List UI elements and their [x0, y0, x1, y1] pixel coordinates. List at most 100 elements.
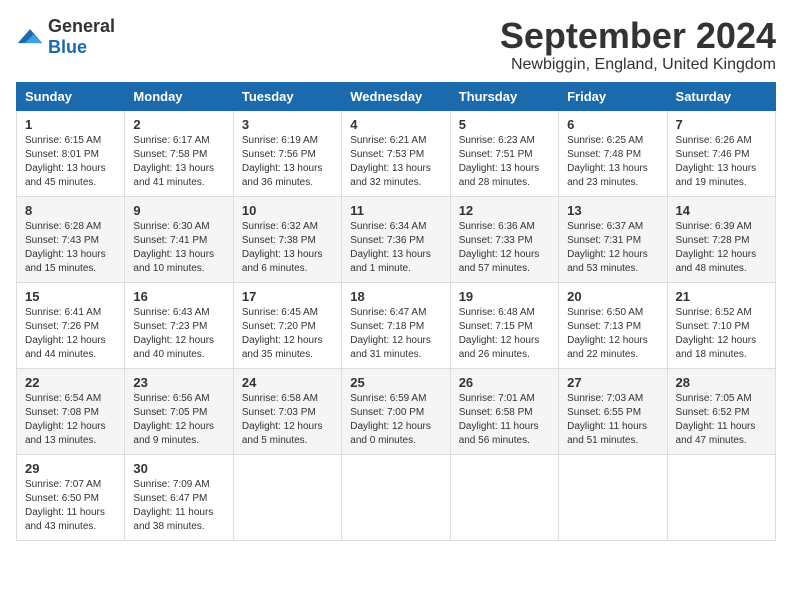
col-thursday: Thursday: [450, 82, 558, 110]
day-number: 14: [676, 203, 767, 218]
day-number: 5: [459, 117, 550, 132]
header: General Blue September 2024 Newbiggin, E…: [16, 16, 776, 74]
calendar-table: Sunday Monday Tuesday Wednesday Thursday…: [16, 82, 776, 541]
day-number: 13: [567, 203, 658, 218]
table-row: 24 Sunrise: 6:58 AM Sunset: 7:03 PM Dayl…: [233, 368, 341, 454]
day-number: 29: [25, 461, 116, 476]
cell-text: Sunrise: 6:45 AM Sunset: 7:20 PM Dayligh…: [242, 306, 333, 362]
table-row: [233, 454, 341, 540]
logo: General Blue: [16, 16, 115, 58]
table-row: 9 Sunrise: 6:30 AM Sunset: 7:41 PM Dayli…: [125, 196, 233, 282]
table-row: 28 Sunrise: 7:05 AM Sunset: 6:52 PM Dayl…: [667, 368, 775, 454]
table-row: 27 Sunrise: 7:03 AM Sunset: 6:55 PM Dayl…: [559, 368, 667, 454]
day-number: 6: [567, 117, 658, 132]
cell-text: Sunrise: 6:19 AM Sunset: 7:56 PM Dayligh…: [242, 134, 333, 190]
table-row: 2 Sunrise: 6:17 AM Sunset: 7:58 PM Dayli…: [125, 110, 233, 196]
table-row: [559, 454, 667, 540]
day-number: 19: [459, 289, 550, 304]
day-number: 20: [567, 289, 658, 304]
day-number: 9: [133, 203, 224, 218]
day-number: 18: [350, 289, 441, 304]
cell-text: Sunrise: 7:05 AM Sunset: 6:52 PM Dayligh…: [676, 392, 767, 448]
col-monday: Monday: [125, 82, 233, 110]
col-sunday: Sunday: [17, 82, 125, 110]
cell-text: Sunrise: 6:21 AM Sunset: 7:53 PM Dayligh…: [350, 134, 441, 190]
table-row: 14 Sunrise: 6:39 AM Sunset: 7:28 PM Dayl…: [667, 196, 775, 282]
cell-text: Sunrise: 6:39 AM Sunset: 7:28 PM Dayligh…: [676, 220, 767, 276]
table-row: 12 Sunrise: 6:36 AM Sunset: 7:33 PM Dayl…: [450, 196, 558, 282]
cell-text: Sunrise: 6:47 AM Sunset: 7:18 PM Dayligh…: [350, 306, 441, 362]
day-number: 27: [567, 375, 658, 390]
logo-blue: Blue: [48, 37, 87, 57]
table-row: [667, 454, 775, 540]
table-row: 26 Sunrise: 7:01 AM Sunset: 6:58 PM Dayl…: [450, 368, 558, 454]
col-friday: Friday: [559, 82, 667, 110]
table-row: 13 Sunrise: 6:37 AM Sunset: 7:31 PM Dayl…: [559, 196, 667, 282]
cell-text: Sunrise: 6:37 AM Sunset: 7:31 PM Dayligh…: [567, 220, 658, 276]
location-title: Newbiggin, England, United Kingdom: [500, 56, 776, 74]
day-number: 10: [242, 203, 333, 218]
table-row: 30 Sunrise: 7:09 AM Sunset: 6:47 PM Dayl…: [125, 454, 233, 540]
table-row: 17 Sunrise: 6:45 AM Sunset: 7:20 PM Dayl…: [233, 282, 341, 368]
cell-text: Sunrise: 6:32 AM Sunset: 7:38 PM Dayligh…: [242, 220, 333, 276]
table-row: [342, 454, 450, 540]
cell-text: Sunrise: 6:52 AM Sunset: 7:10 PM Dayligh…: [676, 306, 767, 362]
cell-text: Sunrise: 6:58 AM Sunset: 7:03 PM Dayligh…: [242, 392, 333, 448]
header-row: Sunday Monday Tuesday Wednesday Thursday…: [17, 82, 776, 110]
day-number: 16: [133, 289, 224, 304]
day-number: 1: [25, 117, 116, 132]
table-row: 10 Sunrise: 6:32 AM Sunset: 7:38 PM Dayl…: [233, 196, 341, 282]
table-row: 11 Sunrise: 6:34 AM Sunset: 7:36 PM Dayl…: [342, 196, 450, 282]
day-number: 30: [133, 461, 224, 476]
table-row: 18 Sunrise: 6:47 AM Sunset: 7:18 PM Dayl…: [342, 282, 450, 368]
table-row: 21 Sunrise: 6:52 AM Sunset: 7:10 PM Dayl…: [667, 282, 775, 368]
table-row: 4 Sunrise: 6:21 AM Sunset: 7:53 PM Dayli…: [342, 110, 450, 196]
day-number: 28: [676, 375, 767, 390]
cell-text: Sunrise: 6:15 AM Sunset: 8:01 PM Dayligh…: [25, 134, 116, 190]
day-number: 26: [459, 375, 550, 390]
cell-text: Sunrise: 7:01 AM Sunset: 6:58 PM Dayligh…: [459, 392, 550, 448]
cell-text: Sunrise: 6:25 AM Sunset: 7:48 PM Dayligh…: [567, 134, 658, 190]
cell-text: Sunrise: 6:43 AM Sunset: 7:23 PM Dayligh…: [133, 306, 224, 362]
day-number: 11: [350, 203, 441, 218]
table-row: 6 Sunrise: 6:25 AM Sunset: 7:48 PM Dayli…: [559, 110, 667, 196]
cell-text: Sunrise: 6:28 AM Sunset: 7:43 PM Dayligh…: [25, 220, 116, 276]
title-area: September 2024 Newbiggin, England, Unite…: [500, 16, 776, 74]
day-number: 15: [25, 289, 116, 304]
logo-text: General Blue: [48, 16, 115, 58]
table-row: 1 Sunrise: 6:15 AM Sunset: 8:01 PM Dayli…: [17, 110, 125, 196]
cell-text: Sunrise: 6:56 AM Sunset: 7:05 PM Dayligh…: [133, 392, 224, 448]
table-row: 22 Sunrise: 6:54 AM Sunset: 7:08 PM Dayl…: [17, 368, 125, 454]
cell-text: Sunrise: 6:36 AM Sunset: 7:33 PM Dayligh…: [459, 220, 550, 276]
cell-text: Sunrise: 6:50 AM Sunset: 7:13 PM Dayligh…: [567, 306, 658, 362]
cell-text: Sunrise: 6:34 AM Sunset: 7:36 PM Dayligh…: [350, 220, 441, 276]
cell-text: Sunrise: 7:03 AM Sunset: 6:55 PM Dayligh…: [567, 392, 658, 448]
cell-text: Sunrise: 6:48 AM Sunset: 7:15 PM Dayligh…: [459, 306, 550, 362]
table-row: [450, 454, 558, 540]
table-row: 19 Sunrise: 6:48 AM Sunset: 7:15 PM Dayl…: [450, 282, 558, 368]
table-row: 5 Sunrise: 6:23 AM Sunset: 7:51 PM Dayli…: [450, 110, 558, 196]
table-row: 7 Sunrise: 6:26 AM Sunset: 7:46 PM Dayli…: [667, 110, 775, 196]
cell-text: Sunrise: 6:54 AM Sunset: 7:08 PM Dayligh…: [25, 392, 116, 448]
cell-text: Sunrise: 7:07 AM Sunset: 6:50 PM Dayligh…: [25, 478, 116, 534]
col-saturday: Saturday: [667, 82, 775, 110]
day-number: 8: [25, 203, 116, 218]
cell-text: Sunrise: 6:23 AM Sunset: 7:51 PM Dayligh…: [459, 134, 550, 190]
table-row: 15 Sunrise: 6:41 AM Sunset: 7:26 PM Dayl…: [17, 282, 125, 368]
table-row: 3 Sunrise: 6:19 AM Sunset: 7:56 PM Dayli…: [233, 110, 341, 196]
day-number: 4: [350, 117, 441, 132]
day-number: 21: [676, 289, 767, 304]
table-row: 23 Sunrise: 6:56 AM Sunset: 7:05 PM Dayl…: [125, 368, 233, 454]
table-row: 8 Sunrise: 6:28 AM Sunset: 7:43 PM Dayli…: [17, 196, 125, 282]
cell-text: Sunrise: 6:30 AM Sunset: 7:41 PM Dayligh…: [133, 220, 224, 276]
table-row: 25 Sunrise: 6:59 AM Sunset: 7:00 PM Dayl…: [342, 368, 450, 454]
day-number: 3: [242, 117, 333, 132]
col-tuesday: Tuesday: [233, 82, 341, 110]
day-number: 25: [350, 375, 441, 390]
table-row: 20 Sunrise: 6:50 AM Sunset: 7:13 PM Dayl…: [559, 282, 667, 368]
day-number: 2: [133, 117, 224, 132]
day-number: 12: [459, 203, 550, 218]
day-number: 22: [25, 375, 116, 390]
logo-icon: [16, 27, 44, 47]
cell-text: Sunrise: 6:17 AM Sunset: 7:58 PM Dayligh…: [133, 134, 224, 190]
